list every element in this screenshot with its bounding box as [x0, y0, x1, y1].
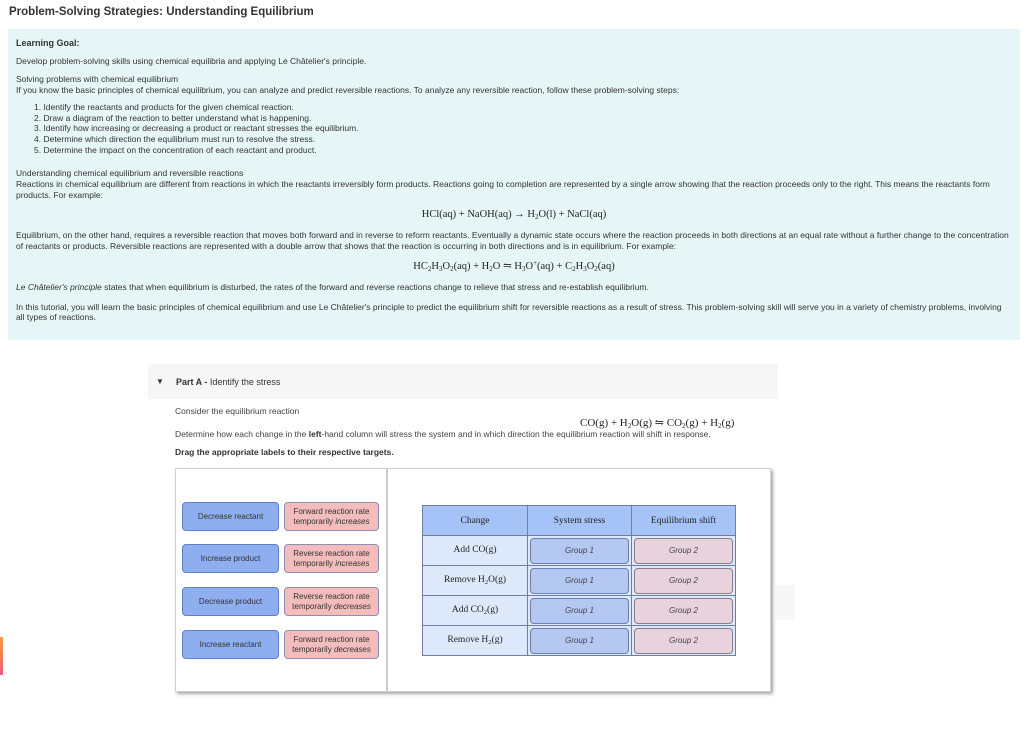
ghost-overlay	[775, 585, 795, 620]
step-item: 4. Determine which direction the equilib…	[34, 134, 316, 144]
drop-target-equilibrium-shift[interactable]: Group 2	[634, 627, 733, 654]
drop-target-system-stress[interactable]: Group 1	[530, 537, 629, 564]
le-chatelier-text: Le Châtelier's principle states that whe…	[16, 281, 649, 292]
steps-list: 1. Identify the reactants and products f…	[16, 102, 1012, 155]
solving-text: If you know the basic principles of chem…	[16, 84, 680, 95]
column-header-change: Change	[422, 505, 528, 536]
drop-target-system-stress[interactable]: Group 1	[530, 567, 629, 594]
draggable-label-forward-rate-decreases[interactable]: Forward reaction rate temporarily decreas…	[284, 630, 379, 659]
equilibrium-text: Equilibrium, on the other hand, requires…	[16, 229, 1009, 251]
understanding-heading: Understanding chemical equilibrium and r…	[16, 168, 244, 179]
drop-target-equilibrium-shift[interactable]: Group 2	[634, 597, 733, 624]
collapse-triangle-icon[interactable]: ▼	[156, 377, 176, 386]
page-title: Problem-Solving Strategies: Understandin…	[9, 6, 314, 18]
drop-target-equilibrium-shift[interactable]: Group 2	[634, 537, 733, 564]
step-item: 2. Draw a diagram of the reaction to bet…	[34, 112, 312, 123]
step-item: 1. Identify the reactants and products f…	[34, 102, 294, 113]
drop-target-system-stress[interactable]: Group 1	[530, 597, 629, 624]
drag-drop-panel: Decrease reactant Increase product Decre…	[175, 468, 771, 692]
learning-goal-panel: Learning Goal: Develop problem-solving s…	[8, 29, 1020, 340]
panel-divider	[386, 469, 388, 691]
draggable-label-reverse-rate-increases[interactable]: Reverse reaction rate temporarily increas…	[284, 544, 379, 573]
drag-instruction: Drag the appropriate labels to their res…	[175, 447, 394, 457]
determine-text: Determine how each change in the left-ha…	[175, 429, 711, 439]
column-header-equilibrium-shift: Equilibrium shift	[631, 505, 736, 536]
step-item: 3. Identify how increasing or decreasing…	[34, 123, 359, 134]
table-row: Remove H2O(g) Group 1 Group 2	[422, 565, 736, 596]
table-row: Add CO(g) Group 1 Group 2	[422, 535, 736, 566]
draggable-label-increase-reactant[interactable]: Increase reactant	[182, 630, 279, 659]
learning-goal-text: Develop problem-solving skills using che…	[16, 56, 367, 67]
consider-text: Consider the equilibrium reaction	[175, 406, 300, 416]
draggable-label-reverse-rate-decreases[interactable]: Reverse reaction rate temporarily decreas…	[284, 587, 379, 616]
change-cell: Remove H2O(g)	[422, 565, 528, 596]
part-a-equation: CO(g) + H2O(g) ⇋ CO2(g) + H2(g)	[580, 417, 735, 430]
table-header-row: Change System stress Equilibrium shift	[422, 505, 736, 536]
part-a-header[interactable]: ▼ Part A - Identify the stress	[148, 364, 778, 399]
column-header-system-stress: System stress	[527, 505, 632, 536]
learning-goal-label: Learning Goal:	[16, 38, 80, 48]
understanding-text: Reactions in chemical equilibrium are di…	[16, 178, 990, 200]
part-a-title: Part A - Identify the stress	[176, 376, 281, 387]
solving-heading: Solving problems with chemical equilibri…	[16, 73, 179, 84]
equation-reversible: HC2H3O2(aq) + H2O ⇋ H3O+(aq) + C2H3O2(aq…	[413, 259, 615, 274]
table-row: Remove H2(g) Group 1 Group 2	[422, 625, 736, 656]
change-cell: Remove H2(g)	[422, 625, 528, 656]
change-cell: Add CO(g)	[422, 535, 528, 566]
drop-target-equilibrium-shift[interactable]: Group 2	[634, 567, 733, 594]
drop-target-system-stress[interactable]: Group 1	[530, 627, 629, 654]
draggable-label-decrease-reactant[interactable]: Decrease reactant	[182, 502, 279, 531]
table-row: Add CO2(g) Group 1 Group 2	[422, 595, 736, 626]
step-item: 5. Determine the impact on the concentra…	[34, 144, 317, 155]
draggable-label-decrease-product[interactable]: Decrease product	[182, 587, 279, 616]
left-edge-tab[interactable]	[0, 637, 3, 675]
draggable-label-forward-rate-increases[interactable]: Forward reaction rate temporarily increas…	[284, 502, 379, 531]
target-table: Change System stress Equilibrium shift A…	[422, 505, 736, 656]
tutorial-text: In this tutorial, you will learn the bas…	[16, 301, 1002, 323]
equation-irreversible: HCl(aq) + NaOH(aq) → H2O(l) + NaCl(aq)	[421, 209, 607, 222]
draggable-label-increase-product[interactable]: Increase product	[182, 544, 279, 573]
change-cell: Add CO2(g)	[422, 595, 528, 626]
